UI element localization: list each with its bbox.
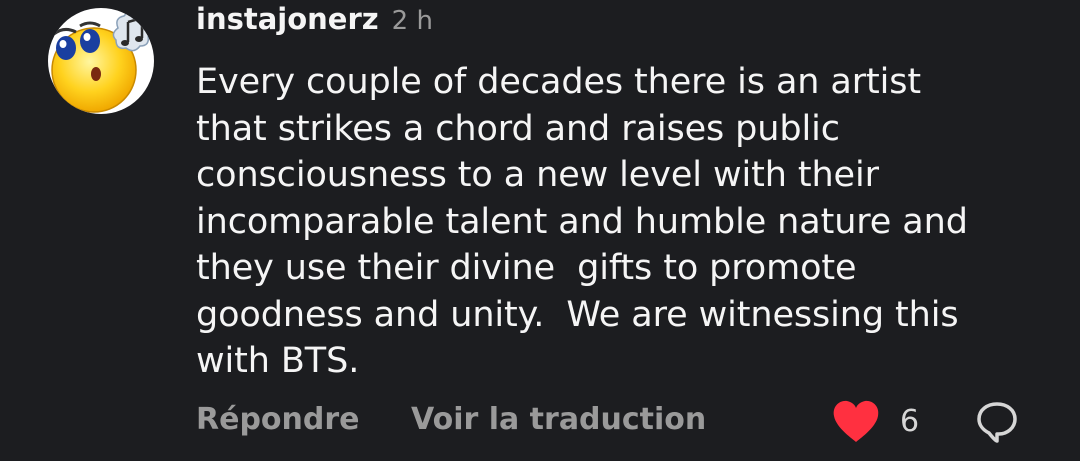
comment-actions: Répondre Voir la traduction 6 [196,398,1080,448]
like-button[interactable] [832,400,880,444]
see-translation-button[interactable]: Voir la traduction [411,398,706,442]
reply-icon-button[interactable] [975,400,1019,444]
speech-bubble-icon [977,402,1017,443]
comment-body: instajonerz 2 h Every couple of decades … [196,0,1060,385]
comment-header: instajonerz 2 h [196,0,1060,38]
emoji-music-face-icon [51,10,152,113]
comment-timestamp: 2 h [391,6,433,36]
like-count: 6 [900,404,920,439]
comment-text: Every couple of decades there is an arti… [196,62,968,381]
comment-item: instajonerz 2 h Every couple of decades … [0,0,1080,461]
reply-button[interactable]: Répondre [196,398,360,442]
user-avatar[interactable] [48,8,154,114]
heart-filled-icon [833,400,879,442]
username-link[interactable]: instajonerz [196,0,379,38]
